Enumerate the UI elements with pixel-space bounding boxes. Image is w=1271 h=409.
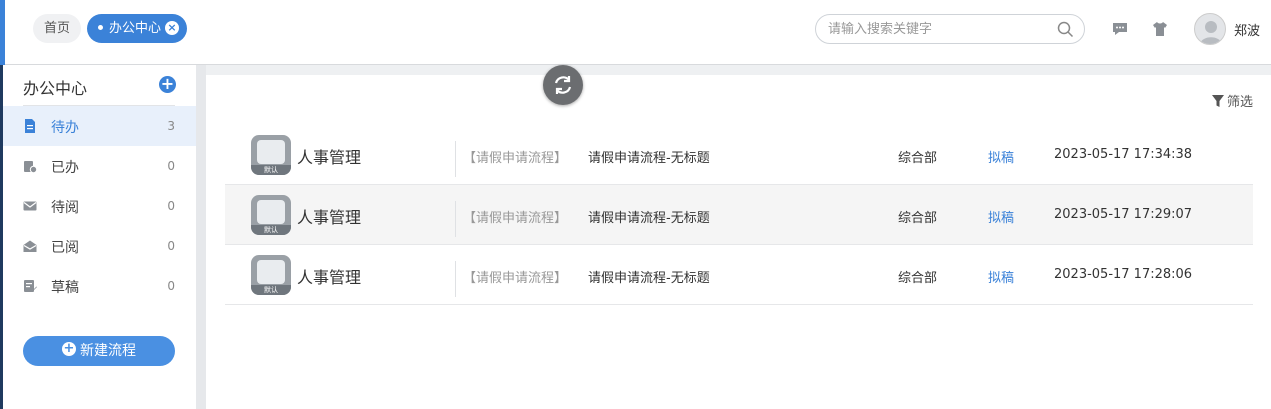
table-row[interactable]: 默认 人事管理 【请假申请流程】 请假申请流程-无标题 综合部 拟稿 2023-… xyxy=(225,185,1253,245)
sidebar-item-count: 0 xyxy=(167,159,175,173)
app-icon-tag: 默认 xyxy=(251,225,291,235)
filter-label: 筛选 xyxy=(1226,95,1253,110)
search-input[interactable] xyxy=(816,15,1046,43)
document-stamp-icon xyxy=(257,260,285,284)
sidebar-gutter xyxy=(196,65,206,409)
message-icon[interactable] xyxy=(1111,20,1129,38)
table-row[interactable]: 默认 人事管理 【请假申请流程】 请假申请流程-无标题 综合部 拟稿 2023-… xyxy=(225,125,1253,185)
active-dot-icon xyxy=(98,25,103,30)
envelope-icon xyxy=(23,201,37,211)
sidebar-item-count: 0 xyxy=(167,279,175,293)
table-row[interactable]: 默认 人事管理 【请假申请流程】 请假申请流程-无标题 综合部 拟稿 2023-… xyxy=(225,245,1253,305)
sidebar-item-read[interactable]: 已阅 0 xyxy=(3,226,196,266)
tab-home[interactable]: 首页 xyxy=(33,14,82,43)
app-icon-tag: 默认 xyxy=(251,285,291,295)
open-envelope-icon xyxy=(23,240,37,252)
filter-button[interactable]: 筛选 xyxy=(1211,91,1253,110)
row-divider xyxy=(455,201,456,237)
tab-home-label: 首页 xyxy=(44,21,71,36)
top-header: 首页 办公中心 × 郑波 xyxy=(5,0,1271,65)
tab-office-center[interactable]: 办公中心 × xyxy=(87,14,187,43)
app-name: 人事管理 xyxy=(297,208,362,227)
app-icon: 默认 xyxy=(251,195,291,235)
flow-type: 【请假申请流程】 xyxy=(463,211,568,226)
sidebar-item-done[interactable]: 已办 0 xyxy=(3,146,196,186)
sidebar-item-label: 待阅 xyxy=(51,200,79,216)
sidebar-item-count: 0 xyxy=(167,199,175,213)
flow-type: 【请假申请流程】 xyxy=(463,271,568,286)
sidebar-title: 办公中心 xyxy=(23,79,88,98)
sidebar-item-label: 已阅 xyxy=(51,240,79,256)
tab-office-center-label: 办公中心 xyxy=(109,21,162,36)
refresh-icon xyxy=(554,76,572,94)
status-link[interactable]: 拟稿 xyxy=(988,267,1014,286)
user-name[interactable]: 郑波 xyxy=(1234,20,1260,39)
timestamp: 2023-05-17 17:34:38 xyxy=(1054,147,1193,162)
document-stamp-icon xyxy=(257,200,285,224)
flow-title[interactable]: 请假申请流程-无标题 xyxy=(588,207,710,226)
app-icon: 默认 xyxy=(251,135,291,175)
search-icon[interactable] xyxy=(1057,21,1074,38)
sidebar-item-label: 已办 xyxy=(51,160,79,176)
row-divider xyxy=(455,141,456,177)
app-icon-tag: 默认 xyxy=(251,165,291,175)
flow-title[interactable]: 请假申请流程-无标题 xyxy=(588,267,710,286)
department: 综合部 xyxy=(898,271,938,286)
add-icon[interactable]: + xyxy=(159,76,176,93)
new-flow-button[interactable]: + 新建流程 xyxy=(23,336,175,366)
new-flow-label: 新建流程 xyxy=(80,343,136,359)
document-icon xyxy=(25,119,35,133)
timestamp: 2023-05-17 17:29:07 xyxy=(1054,207,1193,222)
app-name: 人事管理 xyxy=(297,268,362,287)
page: 首页 办公中心 × 郑波 办公中心 xyxy=(0,0,1271,409)
filter-icon xyxy=(1211,95,1224,107)
avatar[interactable] xyxy=(1194,13,1226,45)
sidebar-item-todo[interactable]: 待办 3 xyxy=(3,106,196,146)
done-icon xyxy=(24,161,37,173)
close-icon[interactable]: × xyxy=(165,21,179,35)
user-avatar-icon xyxy=(1200,21,1222,44)
search-box xyxy=(815,14,1085,44)
refresh-button[interactable] xyxy=(543,65,583,105)
app-icon: 默认 xyxy=(251,255,291,295)
sidebar-item-count: 0 xyxy=(167,239,175,253)
status-link[interactable]: 拟稿 xyxy=(988,207,1014,226)
flow-title[interactable]: 请假申请流程-无标题 xyxy=(588,147,710,166)
plus-icon: + xyxy=(62,341,76,356)
row-divider xyxy=(455,261,456,297)
flow-type: 【请假申请流程】 xyxy=(463,151,568,166)
department: 综合部 xyxy=(898,151,938,166)
edit-icon xyxy=(24,280,37,292)
timestamp: 2023-05-17 17:28:06 xyxy=(1054,267,1193,282)
sidebar-item-label: 待办 xyxy=(51,120,79,136)
sidebar-item-draft[interactable]: 草稿 0 xyxy=(3,266,196,306)
sidebar-item-to-read[interactable]: 待阅 0 xyxy=(3,186,196,226)
sidebar: 办公中心 + 待办 3 已办 0 待阅 0 已阅 0 草稿 0 + 新建流程 xyxy=(3,65,196,409)
sidebar-item-count: 3 xyxy=(167,119,175,133)
status-link[interactable]: 拟稿 xyxy=(988,147,1014,166)
sidebar-item-label: 草稿 xyxy=(51,280,79,296)
app-name: 人事管理 xyxy=(297,148,362,167)
document-stamp-icon xyxy=(257,140,285,164)
skin-shirt-icon[interactable] xyxy=(1151,20,1169,38)
task-list-panel: 筛选 默认 人事管理 【请假申请流程】 请假申请流程-无标题 综合部 拟稿 20… xyxy=(206,75,1271,409)
department: 综合部 xyxy=(898,211,938,226)
